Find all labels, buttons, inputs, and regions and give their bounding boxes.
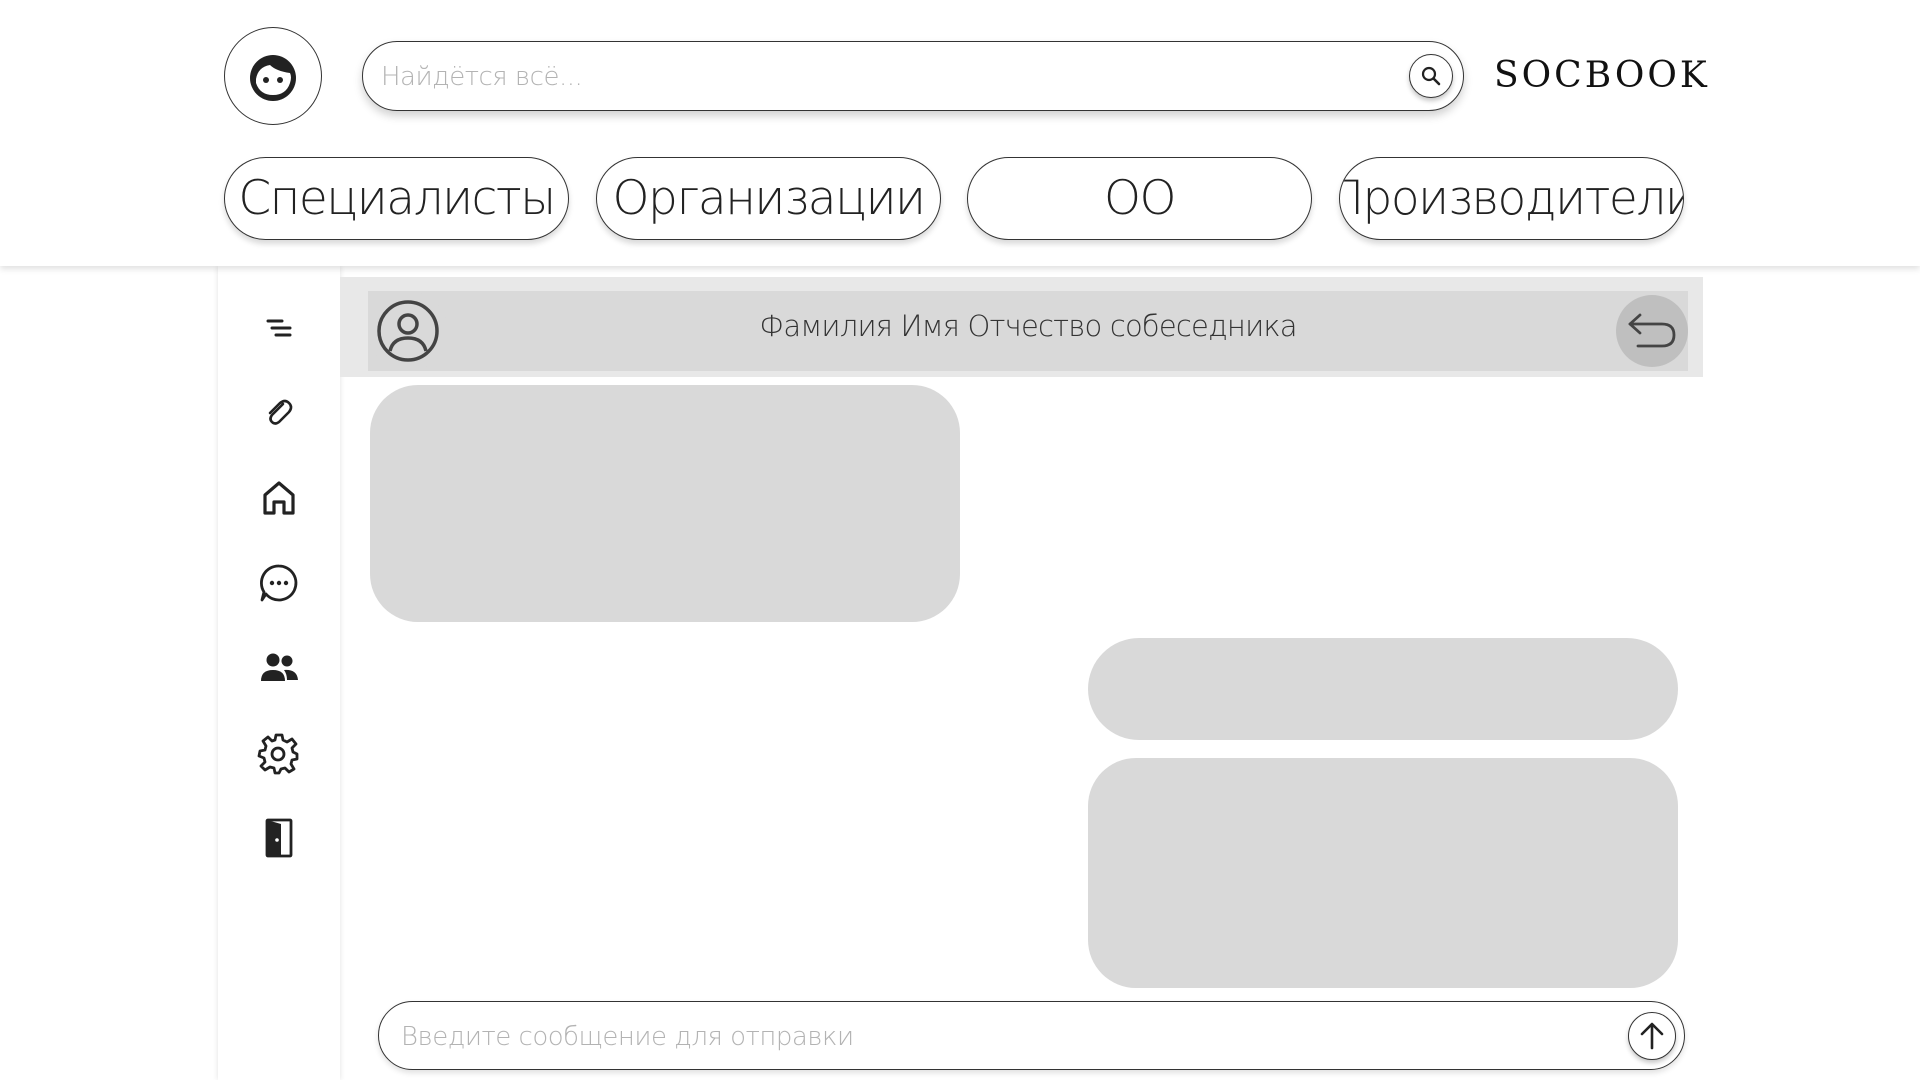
chat-bubble-icon <box>260 564 298 602</box>
child-face-icon <box>250 55 296 101</box>
menu-lines-icon <box>266 319 292 337</box>
search-bar <box>362 41 1464 111</box>
message-composer <box>378 1001 1685 1070</box>
undo-arrow-icon <box>1628 313 1676 348</box>
gear-icon <box>257 733 299 775</box>
send-button[interactable] <box>1628 1012 1676 1060</box>
tab-organizations[interactable]: Организации <box>596 157 941 240</box>
tab-specialists[interactable]: Специалисты <box>224 157 569 240</box>
chat-header: Фамилия Имя Отчество собеседника <box>368 291 1688 371</box>
back-button[interactable] <box>1616 295 1688 367</box>
message-bubble-outgoing[interactable] <box>1088 758 1678 988</box>
partner-avatar[interactable] <box>368 291 448 371</box>
paperclip-icon <box>268 399 293 425</box>
home-icon <box>263 481 295 515</box>
sidebar-item-friends[interactable] <box>257 646 301 690</box>
search-button[interactable] <box>1409 54 1453 98</box>
sidebar-item-logout[interactable] <box>257 816 301 860</box>
message-bubble-incoming[interactable] <box>370 385 960 622</box>
sidebar-item-settings[interactable] <box>257 731 301 775</box>
sidebar-item-home[interactable] <box>257 476 301 520</box>
message-bubble-outgoing[interactable] <box>1088 638 1678 740</box>
sidebar-item-messages[interactable] <box>257 561 301 605</box>
exit-door-icon <box>265 818 293 858</box>
search-icon <box>1421 66 1441 86</box>
app-logo: SOCBOOK <box>1494 55 1710 96</box>
sidebar-item-menu[interactable] <box>257 306 301 350</box>
chat-partner-name: Фамилия Имя Отчество собеседника <box>759 309 1297 343</box>
message-input[interactable] <box>399 1012 1583 1062</box>
tab-oo[interactable]: ОО <box>967 157 1312 240</box>
top-header: SOCBOOK Специалисты Организации ОО Произ… <box>0 0 1920 266</box>
search-input[interactable] <box>379 52 1383 102</box>
sidebar <box>218 266 340 1080</box>
arrow-up-icon <box>1640 1022 1664 1050</box>
sidebar-item-attachments[interactable] <box>257 391 301 435</box>
profile-avatar[interactable] <box>224 27 322 125</box>
users-icon <box>261 653 298 681</box>
user-circle-icon <box>377 300 439 362</box>
tab-manufacturers[interactable]: Производители <box>1339 157 1684 240</box>
